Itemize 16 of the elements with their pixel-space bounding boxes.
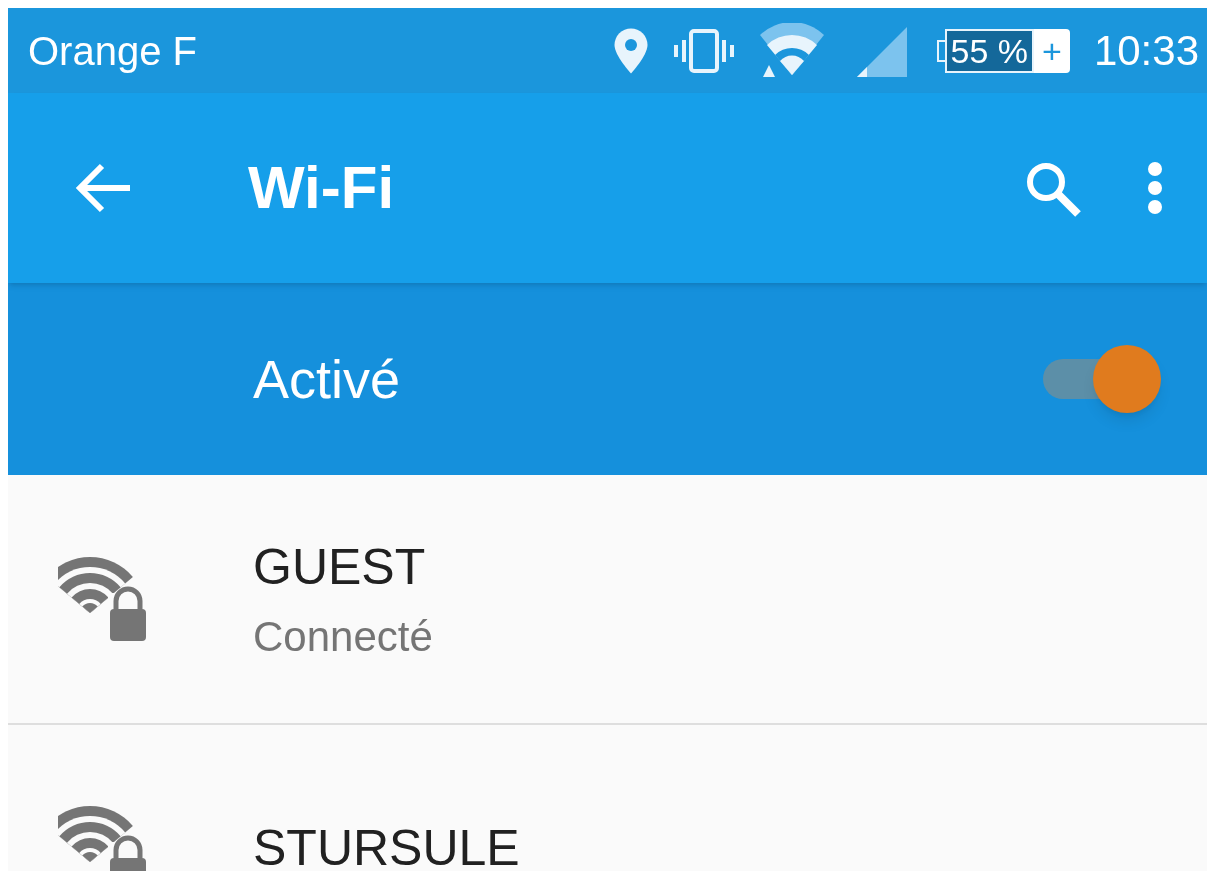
vibrate-icon	[672, 27, 735, 74]
clock: 10:33	[1093, 26, 1199, 76]
more-options-icon	[1147, 161, 1163, 215]
wifi-switch[interactable]	[1043, 345, 1161, 413]
toggle-label: Activé	[253, 347, 401, 411]
carrier-name: Orange F	[28, 27, 197, 75]
location-pin-icon	[612, 27, 649, 74]
network-row[interactable]: GUEST Connecté	[8, 475, 1207, 723]
charging-indicator: +	[1034, 28, 1070, 73]
network-name: STURSULE	[253, 818, 520, 871]
screen-title: Wi-Fi	[248, 153, 395, 223]
wifi-icon	[758, 22, 825, 79]
network-status: Connecté	[253, 612, 433, 662]
network-row[interactable]: STURSULE	[8, 723, 1207, 871]
network-name: GUEST	[253, 538, 427, 597]
battery-percentage: 55 %	[944, 28, 1035, 73]
